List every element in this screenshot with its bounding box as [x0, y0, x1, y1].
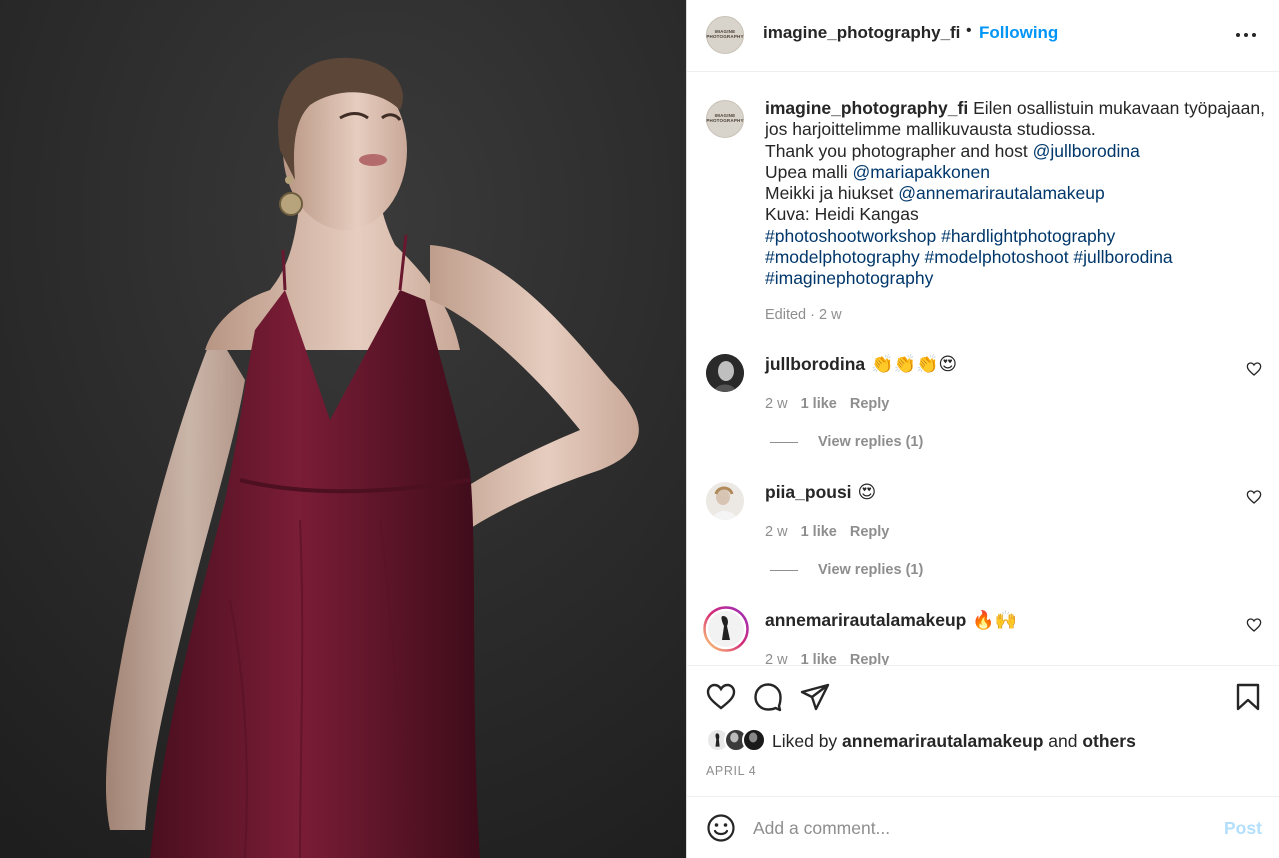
comment-meta: 2 w 1 like Reply [765, 396, 902, 412]
following-button[interactable]: Following [979, 23, 1058, 43]
caption-line: Upea malli [765, 161, 853, 182]
heart-icon[interactable] [706, 682, 736, 712]
comment-meta: 2 w 1 like Reply [765, 652, 902, 665]
post-date[interactable]: APRIL 4 [706, 764, 756, 778]
comment-time[interactable]: 2 w [765, 396, 788, 412]
comment-text: 🔥🙌 [972, 610, 1018, 630]
liked-by-prefix: Liked by [772, 730, 843, 751]
caption-author-avatar[interactable]: IMAGINE PHOTOGRAPHY [706, 100, 744, 138]
comment-meta: 2 w 1 like Reply [765, 524, 902, 540]
more-horizontal-icon[interactable] [1235, 25, 1257, 45]
post-modal: IMAGINE PHOTOGRAPHY imagine_photography_… [0, 0, 1279, 858]
comment-text: 👏👏👏😍 [871, 354, 958, 374]
post-caption: imagine_photography_fi Eilen osallistuin… [765, 98, 1265, 290]
comment-likes[interactable]: 1 like [801, 524, 837, 540]
liked-by-others[interactable]: others [1082, 731, 1135, 752]
liked-by-and: and [1043, 730, 1083, 751]
post-details-panel: IMAGINE PHOTOGRAPHY imagine_photography_… [686, 0, 1279, 858]
avatar-logo-text: IMAGINE PHOTOGRAPHY [706, 29, 744, 39]
hashtag-links[interactable]: #imaginephotography [765, 268, 933, 288]
comment-text: 😍 [857, 482, 877, 502]
heart-icon[interactable] [1246, 617, 1262, 633]
comment-likes[interactable]: 1 like [801, 396, 837, 412]
caption-line: Meikki ja hiukset [765, 183, 899, 204]
author-avatar[interactable]: IMAGINE PHOTOGRAPHY [706, 16, 744, 54]
reply-button[interactable]: Reply [850, 396, 890, 412]
comment-icon[interactable] [753, 682, 783, 712]
separator-dot: • [966, 22, 972, 39]
caption-username[interactable]: imagine_photography_fi [765, 98, 968, 118]
caption-line: Thank you photographer and host [765, 140, 1033, 161]
model-photo-illustration [0, 0, 686, 858]
liker-avatars[interactable] [706, 728, 766, 754]
liked-by-summary: Liked by annemarirautalamakeup and other… [706, 728, 1136, 754]
comment-username[interactable]: piia_pousi 😍 [765, 482, 876, 503]
replies-line [770, 569, 798, 571]
comment-item: piia_pousi 😍 2 w 1 like Reply View replies … [687, 474, 1279, 602]
post-comment-button[interactable]: Post [1224, 818, 1262, 839]
comment-item: annemarirautalamakeup 🔥🙌 2 w 1 like Reply [687, 602, 1279, 665]
comment-time[interactable]: 2 w [765, 524, 788, 540]
liker-avatar [742, 728, 766, 752]
comment-username[interactable]: annemarirautalamakeup 🔥🙌 [765, 610, 1017, 631]
avatar-logo-text: IMAGINE PHOTOGRAPHY [706, 113, 744, 123]
post-photo[interactable] [0, 0, 686, 858]
commenter-avatar-with-story-ring[interactable] [703, 606, 749, 652]
comment-likes[interactable]: 1 like [801, 652, 837, 665]
mention-link[interactable]: @annemarirautalamakeup [898, 183, 1105, 203]
hashtag-links[interactable]: #photoshootworkshop #hardlightphotograph… [765, 226, 1115, 246]
heart-icon[interactable] [1246, 489, 1262, 505]
comment-username[interactable]: jullborodina 👏👏👏😍 [765, 354, 957, 375]
reply-button[interactable]: Reply [850, 652, 890, 665]
view-replies-button[interactable]: View replies (1) [770, 434, 923, 450]
commenter-avatar[interactable] [706, 482, 744, 520]
mention-link[interactable]: @jullborodina [1033, 141, 1140, 161]
author-username[interactable]: imagine_photography_fi [763, 23, 960, 43]
commenter-avatar[interactable] [706, 354, 744, 392]
view-replies-button[interactable]: View replies (1) [770, 562, 923, 578]
smiley-icon[interactable] [706, 813, 736, 843]
hashtag-links[interactable]: #modelphotography #modelphotoshoot #jull… [765, 247, 1173, 267]
mention-link[interactable]: @mariapakkonen [853, 162, 990, 182]
reply-button[interactable]: Reply [850, 524, 890, 540]
heart-icon[interactable] [1246, 361, 1262, 377]
caption-edited-time: Edited · 2 w [765, 307, 842, 323]
add-comment-bar: Post [687, 796, 1279, 858]
caption-line: Kuva: Heidi Kangas [765, 204, 919, 225]
send-icon[interactable] [800, 682, 830, 712]
comment-item: jullborodina 👏👏👏😍 2 w 1 like Reply View rep… [687, 346, 1279, 474]
comments-scroll-area[interactable]: IMAGINE PHOTOGRAPHY imagine_photography_… [687, 73, 1279, 665]
add-comment-input[interactable] [753, 811, 1193, 845]
liked-by-username[interactable]: annemarirautalamakeup [842, 731, 1043, 752]
replies-line [770, 441, 798, 443]
comment-time[interactable]: 2 w [765, 652, 788, 665]
bookmark-icon[interactable] [1233, 682, 1263, 712]
post-actions: Liked by annemarirautalamakeup and other… [687, 665, 1279, 796]
post-header: IMAGINE PHOTOGRAPHY imagine_photography_… [687, 0, 1279, 72]
